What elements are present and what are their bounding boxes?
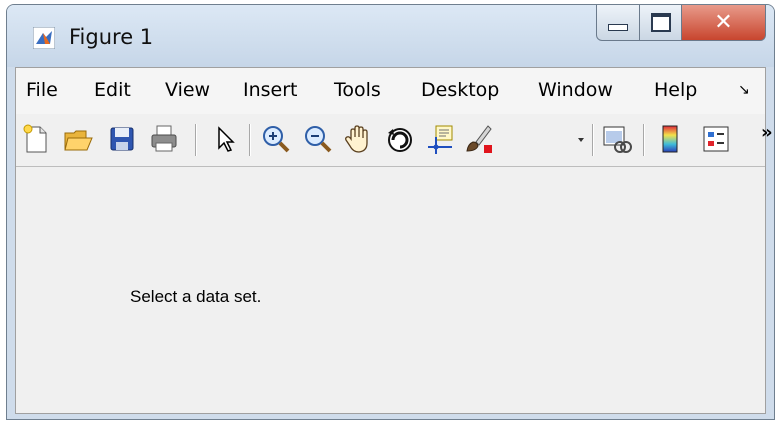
legend-icon[interactable]	[700, 123, 732, 155]
matlab-logo-icon	[33, 27, 55, 49]
open-file-icon[interactable]	[62, 123, 94, 155]
zoom-in-icon[interactable]	[260, 123, 292, 155]
menu-file[interactable]: File	[26, 79, 58, 101]
new-figure-icon[interactable]	[20, 123, 52, 155]
menu-edit[interactable]: Edit	[94, 79, 131, 101]
brush-dropdown-icon[interactable]	[578, 138, 584, 142]
minimize-button[interactable]	[596, 5, 640, 41]
title-bar[interactable]: Figure 1 ✕	[7, 5, 774, 67]
maximize-button[interactable]	[640, 5, 682, 41]
menu-desktop[interactable]: Desktop	[421, 79, 499, 101]
toolbar-separator	[592, 124, 593, 156]
window-title: Figure 1	[69, 25, 154, 49]
menu-window[interactable]: Window	[538, 79, 613, 101]
zoom-out-icon[interactable]	[302, 123, 334, 155]
menu-insert[interactable]: Insert	[243, 79, 298, 101]
toolbar-overflow-button[interactable]: »	[761, 122, 773, 143]
status-message: Select a data set.	[130, 287, 262, 306]
figure-toolbar: »	[16, 114, 773, 167]
save-icon[interactable]	[106, 123, 138, 155]
maximize-icon	[650, 13, 671, 32]
pan-icon[interactable]	[342, 123, 374, 155]
close-button[interactable]: ✕	[682, 5, 766, 41]
rotate-3d-icon[interactable]	[384, 123, 416, 155]
minimize-icon	[608, 24, 628, 31]
edit-plot-icon[interactable]	[208, 123, 240, 155]
link-plot-icon[interactable]	[600, 123, 632, 155]
menu-help[interactable]: Help	[654, 79, 697, 101]
brush-icon[interactable]	[462, 123, 494, 155]
toolbar-separator	[195, 124, 196, 156]
data-cursor-icon[interactable]	[424, 123, 456, 155]
toolbar-separator	[643, 124, 644, 156]
dock-arrow-icon[interactable]: ↘	[738, 82, 750, 98]
menu-view[interactable]: View	[165, 79, 210, 101]
toolbar-separator	[249, 124, 250, 156]
menu-bar: File Edit View Insert Tools Desktop Wind…	[16, 68, 765, 115]
close-icon: ✕	[714, 10, 733, 35]
menu-tools[interactable]: Tools	[334, 79, 381, 101]
print-icon[interactable]	[148, 123, 180, 155]
figure-client-area: File Edit View Insert Tools Desktop Wind…	[15, 67, 773, 414]
colorbar-icon[interactable]	[654, 123, 686, 155]
figure-window: Figure 1 ✕ File Edit View Insert Tools D…	[6, 4, 775, 420]
